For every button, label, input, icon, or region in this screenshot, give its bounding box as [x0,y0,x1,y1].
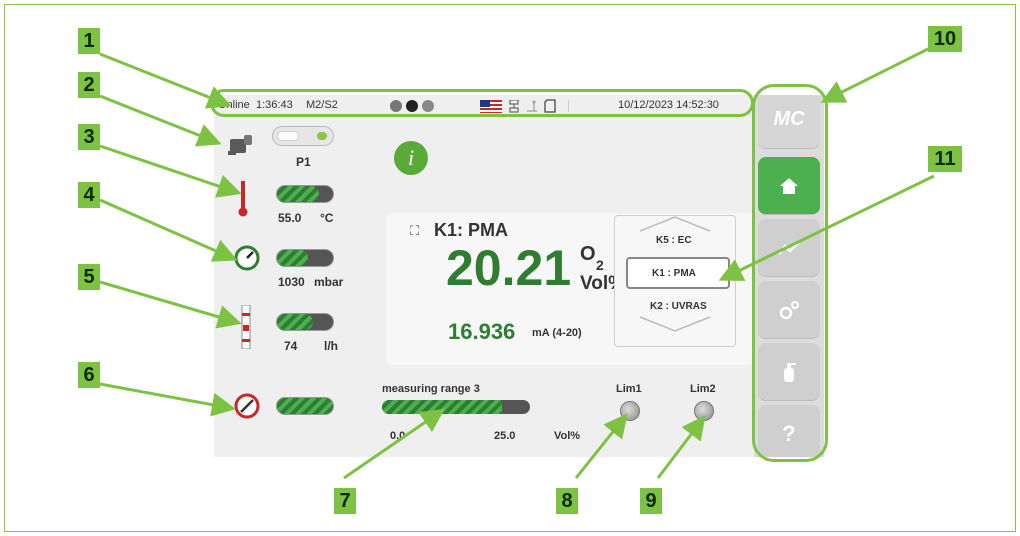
callout-line-2 [99,94,222,147]
callout-3: 3 [78,124,100,150]
callout-6: 6 [78,362,100,388]
callout-arrows [99,46,935,480]
callout-9: 9 [640,488,662,514]
callout-line-5 [99,280,242,329]
callout-line-11 [718,174,935,281]
callout-8: 8 [556,488,578,514]
callout-1: 1 [78,28,100,54]
callout-2: 2 [78,72,100,98]
callout-4: 4 [78,182,100,208]
callout-line-3 [99,144,242,198]
callout-line-7 [343,408,445,480]
callout-line-9 [656,415,706,479]
callout-5: 5 [78,264,100,290]
callout-11: 11 [928,146,962,172]
callout-line-1 [99,52,232,109]
callout-7: 7 [334,488,356,514]
callout-line-6 [99,382,236,417]
callout-line-10 [820,46,931,103]
callout-line-8 [574,413,628,479]
callout-line-4 [99,198,238,262]
callout-10: 10 [928,26,962,52]
